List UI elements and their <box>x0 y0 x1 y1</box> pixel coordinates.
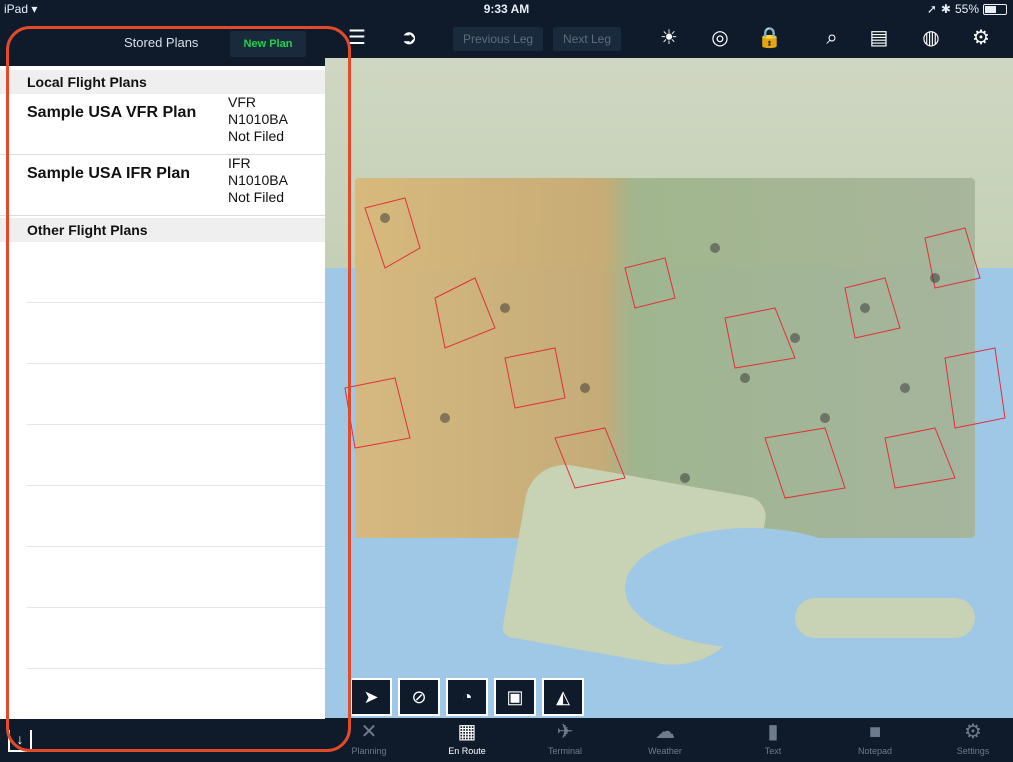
brightness-icon[interactable]: ☀ <box>657 26 681 50</box>
airplane-icon: ✈ <box>556 721 574 743</box>
airspace-overlay <box>344 197 1006 499</box>
clock: 9:33 AM <box>483 2 530 16</box>
tab-label: Terminal <box>547 746 582 756</box>
track-icon[interactable]: ➤ <box>350 678 392 716</box>
next-leg-button[interactable]: Next Leg <box>553 27 622 51</box>
chart-list-icon[interactable]: ▤ <box>867 26 891 50</box>
tab-terminal[interactable]: ✈ Terminal <box>525 720 605 762</box>
tab-label: Settings <box>956 746 990 756</box>
bluetooth-icon: ✱ <box>940 2 951 16</box>
lock-icon[interactable]: 🔒 <box>757 26 782 50</box>
search-icon[interactable]: ⌕ <box>820 26 844 50</box>
status-right: ➚ ✱ 55% <box>927 2 1007 16</box>
annotation-highlight <box>6 26 351 752</box>
previous-leg-button[interactable]: Previous Leg <box>453 27 544 51</box>
notepad-icon: ■ <box>868 721 882 743</box>
map-icon: ▦ <box>457 721 477 743</box>
gear-icon: ⚙ <box>964 721 982 743</box>
lifebuoy-icon[interactable]: ◎ <box>708 26 732 50</box>
gauge-icon[interactable]: ◔ <box>446 678 488 716</box>
tab-weather[interactable]: ☁ Weather <box>625 720 705 762</box>
tab-label: En Route <box>448 746 486 756</box>
battery-percent: 55% <box>954 2 979 16</box>
battery-fill <box>985 5 996 13</box>
settings-toggle-icon[interactable]: ⚙ <box>969 26 993 50</box>
tab-label: Weather <box>648 746 682 756</box>
tab-notepad[interactable]: ■ Notepad <box>835 720 915 762</box>
weather-icon: ☁ <box>655 721 675 743</box>
tab-settings[interactable]: ⚙ Settings <box>933 720 1013 762</box>
route-icon[interactable]: ➲ <box>397 26 421 50</box>
compass-icon[interactable]: ⊘ <box>398 678 440 716</box>
tab-label: Notepad <box>857 746 893 756</box>
status-bar: iPad ▾ 9:33 AM ➚ ✱ 55% <box>0 0 1013 18</box>
profile-icon[interactable]: ◭ <box>542 678 584 716</box>
top-toolbar: ☰ ➲ Previous Leg Next Leg ☀ ◎ 🔒 ⌕ ▤ ◍ ⚙ <box>325 18 1013 58</box>
battery-icon <box>983 3 1007 15</box>
location-icon: ➚ <box>926 2 937 16</box>
tab-en-route[interactable]: ▦ En Route <box>427 720 507 762</box>
tab-label: Text <box>764 746 782 756</box>
bottom-tab-bar: ✕ Planning ▦ En Route ✈ Terminal ☁ Weath… <box>325 718 1013 762</box>
tab-label: Planning <box>351 746 387 756</box>
radar-icon[interactable]: ◍ <box>919 26 943 50</box>
map-view[interactable] <box>325 58 1013 718</box>
tab-text[interactable]: ▮ Text <box>733 720 813 762</box>
map-tools: ➤ ⊘ ◔ ▣ ◭ <box>350 678 584 716</box>
document-icon[interactable]: ▣ <box>494 678 536 716</box>
book-icon: ▮ <box>767 721 779 743</box>
